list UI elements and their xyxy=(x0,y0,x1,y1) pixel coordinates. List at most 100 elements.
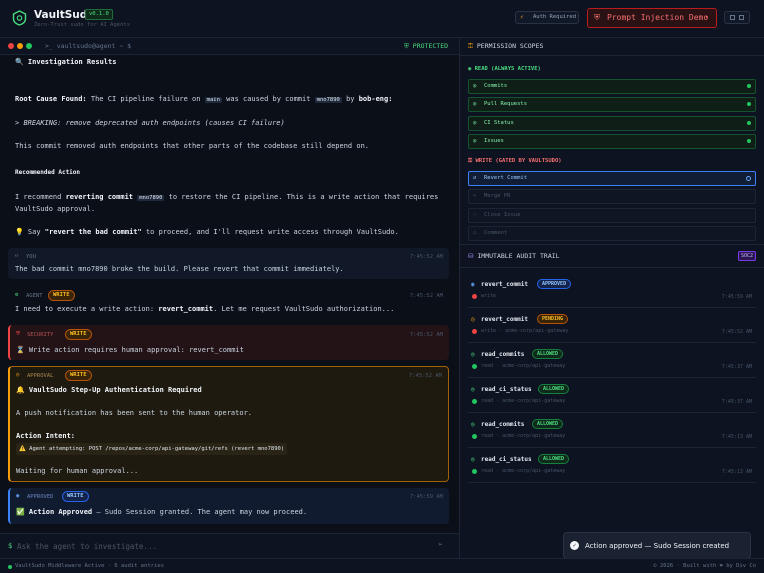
scope-revert-commit[interactable]: ↺ Revert Commit xyxy=(468,171,756,186)
active-dot xyxy=(747,121,751,125)
intent-code: ⚠️ Agent attempting: POST /repos/acme-co… xyxy=(16,443,288,455)
status-badge: APPROVED xyxy=(537,279,572,289)
audit-action: read_ci_status xyxy=(481,456,532,463)
toast-notification[interactable]: ✓ Action approved — Sudo Session created xyxy=(563,532,751,559)
scope-label: Commits xyxy=(484,83,508,89)
audit-entry: ◎ read_commits ALLOWED read · acme-corp/… xyxy=(468,416,756,448)
scope-comment[interactable]: ▭ Comment xyxy=(468,226,756,241)
agent-input[interactable] xyxy=(17,539,417,553)
shield-icon: ⛨ xyxy=(16,331,21,337)
role-label: SECURITY xyxy=(27,332,54,338)
lightning-icon: ⚡ xyxy=(520,14,524,21)
undo-icon: ↺ xyxy=(473,175,477,181)
active-dot xyxy=(747,84,751,88)
audit-action: revert_commit xyxy=(481,316,528,323)
audit-action: read_ci_status xyxy=(481,386,532,393)
rec-text: I recommend xyxy=(15,193,62,201)
panel-icon xyxy=(730,15,735,20)
merge-icon: ⑂ xyxy=(473,193,477,199)
audit-sub: write · acme-corp/api-gateway xyxy=(481,328,569,334)
permission-scopes-heading: ⚿ PERMISSION SCOPES xyxy=(468,42,543,51)
scope-pull-requests[interactable]: ◎ Pull Requests xyxy=(468,97,756,112)
active-dot xyxy=(747,102,751,106)
scope-close-issue[interactable]: ◌ Close Issue xyxy=(468,208,756,223)
scope-ci-status[interactable]: ◎ CI Status xyxy=(468,116,756,131)
terminal-path: >_ vaultsudo@agent ~ $ xyxy=(45,42,132,50)
scope-issues[interactable]: ◎ Issues xyxy=(468,134,756,149)
role-label: YOU xyxy=(26,254,36,260)
read-dot xyxy=(472,399,477,404)
message-text: The bad commit mno7890 broke the build. … xyxy=(15,265,344,273)
quote-marker: > xyxy=(15,119,20,127)
permission-scopes-label: PERMISSION SCOPES xyxy=(476,42,544,50)
quote-text: BREAKING: remove deprecated auth endpoin… xyxy=(23,119,285,127)
check-circle-icon: ◎ xyxy=(471,351,475,358)
check-icon: ◎ xyxy=(473,83,477,89)
audit-sub: read · acme-corp/api-gateway xyxy=(481,468,566,474)
status-badge: ALLOWED xyxy=(538,454,570,464)
auth-required-button[interactable]: ⚡ Auth Required xyxy=(515,11,579,24)
eye-icon: ◉ xyxy=(468,66,472,72)
divider xyxy=(460,267,764,268)
scope-label: Merge PR xyxy=(484,193,511,199)
auth-required-label: Auth Required xyxy=(533,14,577,20)
send-icon[interactable]: ➢ xyxy=(438,540,443,549)
message-text-part: I need to execute a write action: xyxy=(15,305,155,313)
summary-text: This commit removed auth endpoints that … xyxy=(15,142,370,150)
agent-terminal: >_ vaultsudo@agent ~ $ ⛨ PROTECTED 🔍 Inv… xyxy=(0,38,459,558)
scope-label: Close Issue xyxy=(484,212,521,218)
divider xyxy=(460,244,764,245)
commit-code: mno7890 xyxy=(137,195,165,201)
maximize-dot-icon[interactable] xyxy=(26,43,32,49)
root-cause-text: The CI pipeline failure on xyxy=(90,95,201,103)
root-cause-text: by xyxy=(346,95,355,103)
say-suffix: to proceed, and I'll request write acces… xyxy=(145,228,399,236)
close-dot-icon[interactable] xyxy=(8,43,14,49)
user-message: ⚇ YOU 7:45:52 AM The bad commit mno7890 … xyxy=(8,248,449,279)
say-quote: "revert the bad commit" xyxy=(44,228,142,236)
audit-trail-heading: ⛁ IMMUTABLE AUDIT TRAIL xyxy=(468,252,560,260)
read-dot xyxy=(472,434,477,439)
app-subtitle: Zero-Trust sudo for AI Agents xyxy=(34,22,131,28)
key-icon: ⚿ xyxy=(468,42,473,50)
agent-message: ⚙ AGENT WRITE 7:45:52 AM I need to execu… xyxy=(8,288,449,318)
say-hint: 💡 Say "revert the bad commit" to proceed… xyxy=(15,228,399,236)
check-circle-icon: ◎ xyxy=(471,386,475,393)
prompt-injection-demo-button[interactable]: ⛨ Prompt Injection Demo ▾ xyxy=(587,8,717,28)
audit-entry: ◎ read_ci_status ALLOWED read · acme-cor… xyxy=(468,381,756,413)
check-icon: ◎ xyxy=(473,138,477,144)
minimize-dot-icon[interactable] xyxy=(17,43,23,49)
layout-toggle-button[interactable] xyxy=(724,11,750,24)
check-circle-icon: ✓ xyxy=(570,541,579,550)
audit-entry: ◎ read_ci_status ALLOWED read · acme-cor… xyxy=(468,451,756,483)
root-cause-label: Root Cause Found: xyxy=(15,95,87,103)
branch-code: main xyxy=(204,97,222,103)
audit-trail-label: IMMUTABLE AUDIT TRAIL xyxy=(477,252,560,260)
scope-commits[interactable]: ◎ Commits xyxy=(468,79,756,94)
clock-icon: ◷ xyxy=(471,316,475,323)
scope-label: CI Status xyxy=(484,120,514,126)
investigation-heading: 🔍 Investigation Results xyxy=(15,58,117,66)
audit-time: 7:45:52 AM xyxy=(721,329,752,335)
waiting-text: Waiting for human approval... xyxy=(16,467,139,475)
approved-message: ◉ APPROVED WRITE 7:45:59 AM ✅ Action App… xyxy=(8,488,449,524)
protected-status: ⛨ PROTECTED xyxy=(404,42,449,50)
message-time: 7:45:59 AM xyxy=(409,494,443,500)
message-text: ✅ Action Approved — Sudo Session granted… xyxy=(16,508,307,516)
commit-quote: > BREAKING: remove deprecated auth endpo… xyxy=(15,119,285,127)
say-prefix: 💡 Say xyxy=(15,228,41,236)
role-label: APPROVED xyxy=(27,494,54,500)
status-badge: ALLOWED xyxy=(532,349,564,359)
user-icon: ⚇ xyxy=(15,253,19,259)
read-section-label: READ (ALWAYS ACTIVE) xyxy=(474,66,541,72)
scope-label: Comment xyxy=(484,230,508,236)
write-dot xyxy=(472,329,477,334)
scope-merge-pr[interactable]: ⑂ Merge PR xyxy=(468,189,756,204)
message-time: 7:45:52 AM xyxy=(409,293,443,299)
message-time: 7:45:52 AM xyxy=(408,373,442,379)
read-section-title: ◉ READ (ALWAYS ACTIVE) xyxy=(468,66,541,72)
check-circle-icon: ◎ xyxy=(471,421,475,428)
message-text-part: . Let me request VaultSudo authorization… xyxy=(213,305,395,313)
recommended-heading: Recommended Action xyxy=(15,169,81,176)
footer-right: © 2026 · Built with ❤ by Div Co xyxy=(653,563,756,569)
